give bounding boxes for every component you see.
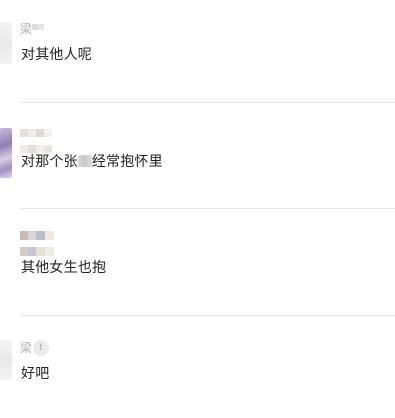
- sender-badge-text: t: [39, 343, 43, 353]
- sender-name-redaction: t: [33, 340, 50, 356]
- message-text: 对其他人呢: [21, 47, 92, 63]
- chat-message: 其他女生也抱: [0, 210, 395, 316]
- chat-message: 梁 对其他人呢: [0, 0, 395, 105]
- sender-name: [20, 128, 52, 153]
- message-text-end: 经常抱怀里: [91, 154, 163, 170]
- avatar[interactable]: [0, 128, 12, 178]
- redacted-text: [77, 155, 92, 167]
- sender-name: [20, 231, 54, 256]
- avatar[interactable]: [0, 340, 12, 380]
- chat-message: 梁t 好吧: [0, 316, 395, 418]
- sender-name-redaction: [20, 128, 52, 153]
- sender-name: 梁t: [20, 340, 50, 356]
- message-text: 好吧: [21, 366, 50, 382]
- sender-name-text: 梁: [20, 341, 33, 355]
- sender-name-text: 梁: [20, 22, 33, 36]
- sender-name-redaction: [32, 23, 45, 36]
- sender-name-redaction: [20, 231, 54, 256]
- message-text-start: 对那个张: [21, 154, 78, 170]
- message-divider: [20, 208, 395, 209]
- message-text: 其他女生也抱: [21, 260, 107, 276]
- message-text: 对那个张 经常抱怀里: [21, 153, 163, 171]
- chat-message-list[interactable]: 梁 对其他人呢 对那个张 经常抱怀里 其他女生也抱 梁 t 好吧: [0, 0, 395, 418]
- chat-message: 对那个张 经常抱怀里: [0, 103, 395, 210]
- sender-name: 梁: [20, 21, 45, 37]
- avatar[interactable]: [0, 22, 12, 64]
